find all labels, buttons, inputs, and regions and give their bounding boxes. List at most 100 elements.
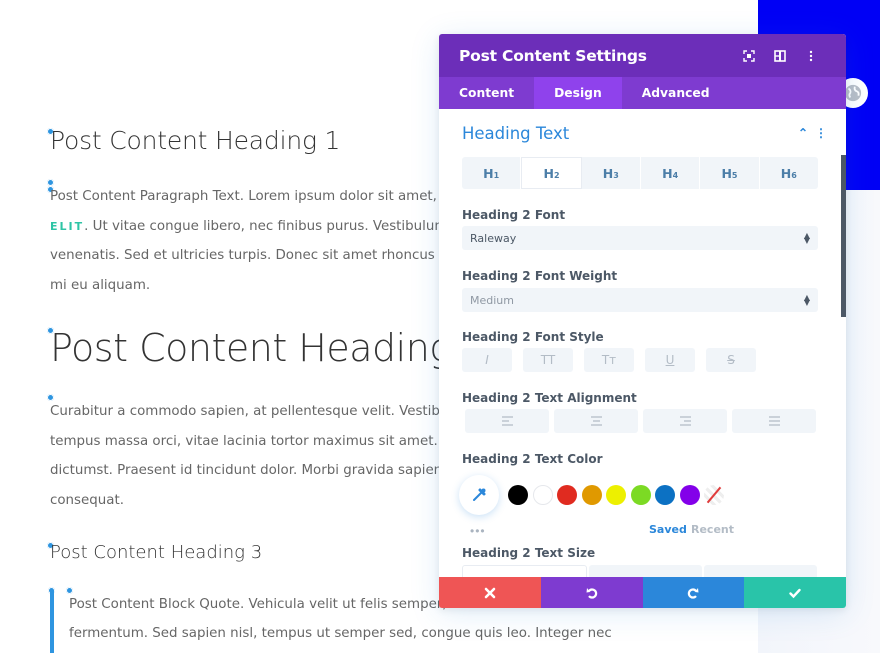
strikethrough-icon: S	[727, 353, 735, 367]
tab-sub: 1	[493, 170, 500, 180]
more-options-icon[interactable]: ⋮	[812, 126, 830, 140]
color-swatch[interactable]	[508, 485, 528, 505]
tab-label: H	[662, 165, 673, 181]
cancel-button[interactable]	[439, 577, 541, 608]
tab-sub: 5	[731, 170, 738, 180]
more-options-button[interactable]	[795, 46, 826, 66]
tab-h4[interactable]: H4	[641, 157, 701, 189]
modal-tabs: Content Design Advanced	[439, 77, 846, 109]
tab-sub: 4	[672, 170, 679, 180]
section-header[interactable]: Heading Text ⌃ ⋮	[462, 122, 830, 144]
uppercase-icon: TT	[540, 353, 556, 367]
font-weight-select[interactable]: Medium ▲ ▼	[462, 288, 818, 312]
tab-design[interactable]: Design	[534, 77, 622, 109]
tab-h6[interactable]: H6	[760, 157, 818, 189]
color-swatch[interactable]	[606, 485, 626, 505]
undo-icon	[586, 587, 597, 599]
focus-button[interactable]	[733, 46, 764, 66]
paragraph-link[interactable]: ELIT	[50, 220, 84, 233]
globe-icon	[844, 84, 862, 102]
color-swatch[interactable]	[581, 485, 602, 505]
tab-sub: 6	[791, 170, 797, 180]
more-options-icon	[809, 50, 812, 61]
paragraph-text: mi eu aliquam.	[50, 277, 151, 293]
focus-icon	[742, 49, 755, 62]
paragraph-text: venenatis. Sed et ultricies turpis. Done…	[50, 248, 470, 263]
capitalize-icon: Tт	[601, 353, 617, 367]
split-view-icon	[773, 49, 786, 62]
underline-icon: U	[665, 353, 675, 367]
tab-label: H	[483, 165, 494, 181]
color-swatch[interactable]	[655, 485, 675, 505]
font-style-buttons: I TT Tт U S	[462, 348, 756, 372]
tab-h3[interactable]: H3	[582, 157, 641, 189]
align-right-button[interactable]	[643, 409, 727, 433]
modal-title: Post Content Settings	[459, 46, 647, 65]
color-swatch[interactable]	[557, 485, 577, 505]
saved-colors-tab[interactable]: Saved	[649, 523, 687, 536]
paragraph-text: dictumst. Praesent id tincidunt dolor. M…	[50, 463, 462, 478]
heading-1: Post Content Heading 1	[50, 126, 341, 155]
blockquote-border	[50, 590, 54, 653]
tab-h5[interactable]: H5	[700, 157, 760, 189]
align-center-button[interactable]	[554, 409, 638, 433]
text-size-reset[interactable]	[704, 565, 817, 577]
recent-colors-tab[interactable]: Recent	[691, 523, 734, 536]
text-color-label: Heading 2 Text Color	[462, 452, 603, 466]
italic-icon: I	[485, 353, 489, 367]
font-weight-value: Medium	[470, 293, 514, 307]
checkmark-icon	[789, 588, 801, 598]
modal-header[interactable]: Post Content Settings	[439, 34, 846, 77]
blockquote-text: fermentum. Sed sapien nisl, tempus ut se…	[69, 626, 612, 641]
select-arrows-icon: ▲ ▼	[803, 231, 810, 245]
undo-button[interactable]	[540, 577, 643, 608]
text-size-label: Heading 2 Text Size	[462, 546, 596, 560]
paragraph-text: tempus massa orci, vitae lacinia tortor …	[50, 433, 468, 449]
swatch-clear[interactable]	[704, 485, 724, 505]
text-size-input[interactable]	[462, 565, 587, 577]
tab-h2[interactable]: H2	[521, 157, 582, 189]
more-colors-button[interactable]: •••	[470, 524, 486, 538]
tab-label: H	[602, 165, 614, 181]
tab-label: H	[543, 165, 554, 181]
color-swatch[interactable]	[532, 485, 553, 505]
font-select[interactable]: Raleway ▲ ▼	[462, 226, 818, 250]
underline-button[interactable]: U	[645, 348, 695, 372]
align-justify-icon	[768, 416, 780, 426]
settings-modal: Post Content Settings Content Design Adv…	[439, 34, 846, 608]
uppercase-button[interactable]: TT	[523, 348, 573, 372]
tab-sub: 3	[613, 170, 619, 180]
chevron-up-icon[interactable]: ⌃	[794, 126, 812, 140]
tab-advanced[interactable]: Advanced	[622, 77, 730, 109]
heading-3: Post Content Heading 3	[50, 542, 263, 563]
tab-h1[interactable]: H1	[462, 157, 522, 189]
text-size-slider[interactable]	[589, 565, 702, 577]
text-alignment-buttons	[465, 409, 816, 433]
split-view-button[interactable]	[764, 46, 795, 66]
color-swatch[interactable]	[679, 485, 700, 505]
scrollbar[interactable]	[841, 155, 846, 317]
font-value: Raleway	[470, 231, 517, 245]
modal-footer	[439, 577, 846, 608]
close-icon	[484, 587, 496, 598]
paragraph-2: Curabitur a commodo sapien, at pellentes…	[50, 397, 470, 515]
font-style-label: Heading 2 Font Style	[462, 330, 604, 344]
eyedropper-icon	[473, 488, 486, 501]
capitalize-button[interactable]: Tт	[584, 348, 634, 372]
paragraph-1: Post Content Paragraph Text. Lorem ipsum…	[50, 182, 470, 300]
modal-body: Heading Text ⌃ ⋮ H1 H2 H3 H4 H5 H6 Headi…	[439, 109, 846, 577]
save-button[interactable]	[744, 577, 846, 608]
align-left-button[interactable]	[465, 409, 549, 433]
select-arrows-icon: ▲ ▼	[803, 293, 810, 307]
tab-content[interactable]: Content	[439, 77, 534, 109]
color-swatch[interactable]	[630, 485, 651, 505]
color-picker-button[interactable]	[459, 475, 499, 515]
redo-button[interactable]	[642, 577, 745, 608]
font-weight-label: Heading 2 Font Weight	[462, 269, 618, 283]
strikethrough-button[interactable]: S	[706, 348, 756, 372]
tab-sub: 2	[553, 170, 560, 180]
italic-button[interactable]: I	[462, 348, 512, 372]
redo-icon	[688, 587, 699, 599]
heading-level-tabs: H1 H2 H3 H4 H5 H6	[462, 157, 818, 189]
align-justify-button[interactable]	[732, 409, 816, 433]
